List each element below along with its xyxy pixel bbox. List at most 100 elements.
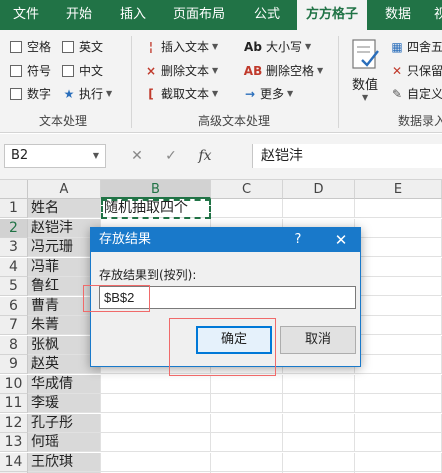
tab-file[interactable]: 文件 xyxy=(4,0,48,30)
row-header[interactable]: 6 xyxy=(0,296,28,316)
tab-fangfang[interactable]: 方方格子 xyxy=(297,0,368,30)
cell-e9[interactable] xyxy=(355,355,442,374)
cell-e5[interactable] xyxy=(355,277,442,296)
column-header-e[interactable]: E xyxy=(355,180,442,199)
cell-c11[interactable] xyxy=(211,394,283,413)
cell-c14[interactable] xyxy=(211,452,283,472)
cell-d12[interactable] xyxy=(283,413,355,433)
row-header[interactable]: 3 xyxy=(0,238,28,257)
cell-d14[interactable] xyxy=(283,452,355,472)
checkbox-icon[interactable] xyxy=(62,40,74,53)
custom-button[interactable]: ✎ 自定义 xyxy=(390,85,442,102)
check-icon[interactable]: ✓ xyxy=(154,148,188,164)
row-header[interactable]: 1 xyxy=(0,199,28,218)
cell-a1[interactable]: 姓名 xyxy=(28,199,101,218)
row-header[interactable]: 9 xyxy=(0,355,28,374)
column-header-a[interactable]: A xyxy=(28,180,101,199)
row-header[interactable]: 11 xyxy=(0,394,28,413)
checkbox-number[interactable]: 数字 xyxy=(10,85,51,102)
checkbox-english[interactable]: 英文 xyxy=(62,38,103,55)
help-button[interactable]: ? xyxy=(287,228,309,252)
cell-e11[interactable] xyxy=(355,394,442,413)
row-header[interactable]: 2 xyxy=(0,218,28,238)
checkbox-symbol[interactable]: 符号 xyxy=(10,62,51,79)
extract-text-button[interactable]: [截取文本 ▼ xyxy=(144,85,218,102)
cell-b11[interactable] xyxy=(101,394,211,413)
row-header[interactable]: 7 xyxy=(0,316,28,335)
cell-b13[interactable] xyxy=(101,433,211,452)
row-header[interactable]: 10 xyxy=(0,374,28,394)
cell-c12[interactable] xyxy=(211,413,283,433)
cell-e7[interactable] xyxy=(355,316,442,335)
cell-e8[interactable] xyxy=(355,335,442,355)
number-icon[interactable] xyxy=(350,38,380,72)
cell-b12[interactable] xyxy=(101,413,211,433)
cell-b1[interactable]: 随机抽取四个 xyxy=(101,199,211,218)
keep-only-button[interactable]: ✕ 只保留 xyxy=(390,62,442,79)
round-button[interactable]: ▦ 四舍五 xyxy=(390,38,442,55)
cell-e2[interactable] xyxy=(355,218,442,238)
cell-d1[interactable] xyxy=(283,199,355,218)
name-box[interactable]: B2 ▼ xyxy=(4,144,106,168)
column-header-d[interactable]: D xyxy=(283,180,355,199)
cell-e10[interactable] xyxy=(355,374,442,394)
function-icon[interactable]: fx xyxy=(188,148,222,164)
cell-a10[interactable]: 华成倩 xyxy=(28,374,101,394)
select-all-corner[interactable] xyxy=(0,180,28,199)
tab-data[interactable]: 数据 xyxy=(376,0,420,30)
execute-button[interactable]: ★ 执行 ▼ xyxy=(62,85,113,102)
cancel-button[interactable]: 取消 xyxy=(280,326,356,354)
case-button[interactable]: Ab 大小写 ▼ xyxy=(243,38,311,55)
cell-e6[interactable] xyxy=(355,296,442,316)
cell-a14[interactable]: 王欣琪 xyxy=(28,452,101,472)
cell-d10[interactable] xyxy=(283,374,355,394)
column-header-c[interactable]: C xyxy=(211,180,283,199)
column-header-b[interactable]: B xyxy=(101,180,211,199)
save-result-dialog: 存放结果 ? ✕ 存放结果到(按列): $B$2 确定 取消 xyxy=(90,227,361,367)
row-header[interactable]: 13 xyxy=(0,433,28,452)
row-header[interactable]: 12 xyxy=(0,413,28,433)
cell-e4[interactable] xyxy=(355,257,442,277)
checkbox-icon[interactable] xyxy=(10,64,22,77)
cell-a12[interactable]: 孔子彤 xyxy=(28,413,101,433)
tab-view[interactable]: 视 xyxy=(425,0,442,30)
delete-space-button[interactable]: AB 删除空格 ▼ xyxy=(243,62,323,79)
cell-e13[interactable] xyxy=(355,433,442,452)
tab-page-layout[interactable]: 页面布局 xyxy=(164,0,234,30)
checkbox-space[interactable]: 空格 xyxy=(10,38,51,55)
row-header[interactable]: 8 xyxy=(0,335,28,355)
formula-input[interactable]: 赵铠沣 xyxy=(252,144,442,168)
cell-e12[interactable] xyxy=(355,413,442,433)
cell-d13[interactable] xyxy=(283,433,355,452)
cell-c10[interactable] xyxy=(211,374,283,394)
checkbox-icon[interactable] xyxy=(62,64,74,77)
cell-d11[interactable] xyxy=(283,394,355,413)
tab-formulas[interactable]: 公式 xyxy=(245,0,289,30)
delete-text-button[interactable]: × 删除文本 ▼ xyxy=(144,62,218,79)
chevron-down-icon[interactable]: ▼ xyxy=(93,145,99,167)
cell-e3[interactable] xyxy=(355,238,442,257)
row-header[interactable]: 14 xyxy=(0,452,28,472)
ok-button[interactable]: 确定 xyxy=(196,326,272,354)
checkbox-icon[interactable] xyxy=(10,40,22,53)
checkbox-icon[interactable] xyxy=(10,87,22,100)
result-location-input[interactable]: $B$2 xyxy=(99,286,356,309)
tab-home[interactable]: 开始 xyxy=(57,0,101,30)
cell-c13[interactable] xyxy=(211,433,283,452)
row-header[interactable]: 5 xyxy=(0,277,28,296)
cell-a11[interactable]: 李瑗 xyxy=(28,394,101,413)
checkbox-chinese[interactable]: 中文 xyxy=(62,62,103,79)
cell-e1[interactable] xyxy=(355,199,442,218)
cell-b10[interactable] xyxy=(101,374,211,394)
more-button[interactable]: → 更多 ▼ xyxy=(243,85,293,102)
insert-text-button[interactable]: ¦ 插入文本 ▼ xyxy=(144,38,218,55)
cell-b14[interactable] xyxy=(101,452,211,472)
row-header[interactable]: 4 xyxy=(0,257,28,277)
close-button[interactable]: ✕ xyxy=(327,228,355,252)
cell-a13[interactable]: 何瑶 xyxy=(28,433,101,452)
cancel-icon[interactable]: ✕ xyxy=(120,148,154,164)
number-button[interactable]: 数值 xyxy=(352,74,378,93)
cell-c1[interactable] xyxy=(211,199,283,218)
cell-e14[interactable] xyxy=(355,452,442,472)
tab-insert[interactable]: 插入 xyxy=(111,0,155,30)
